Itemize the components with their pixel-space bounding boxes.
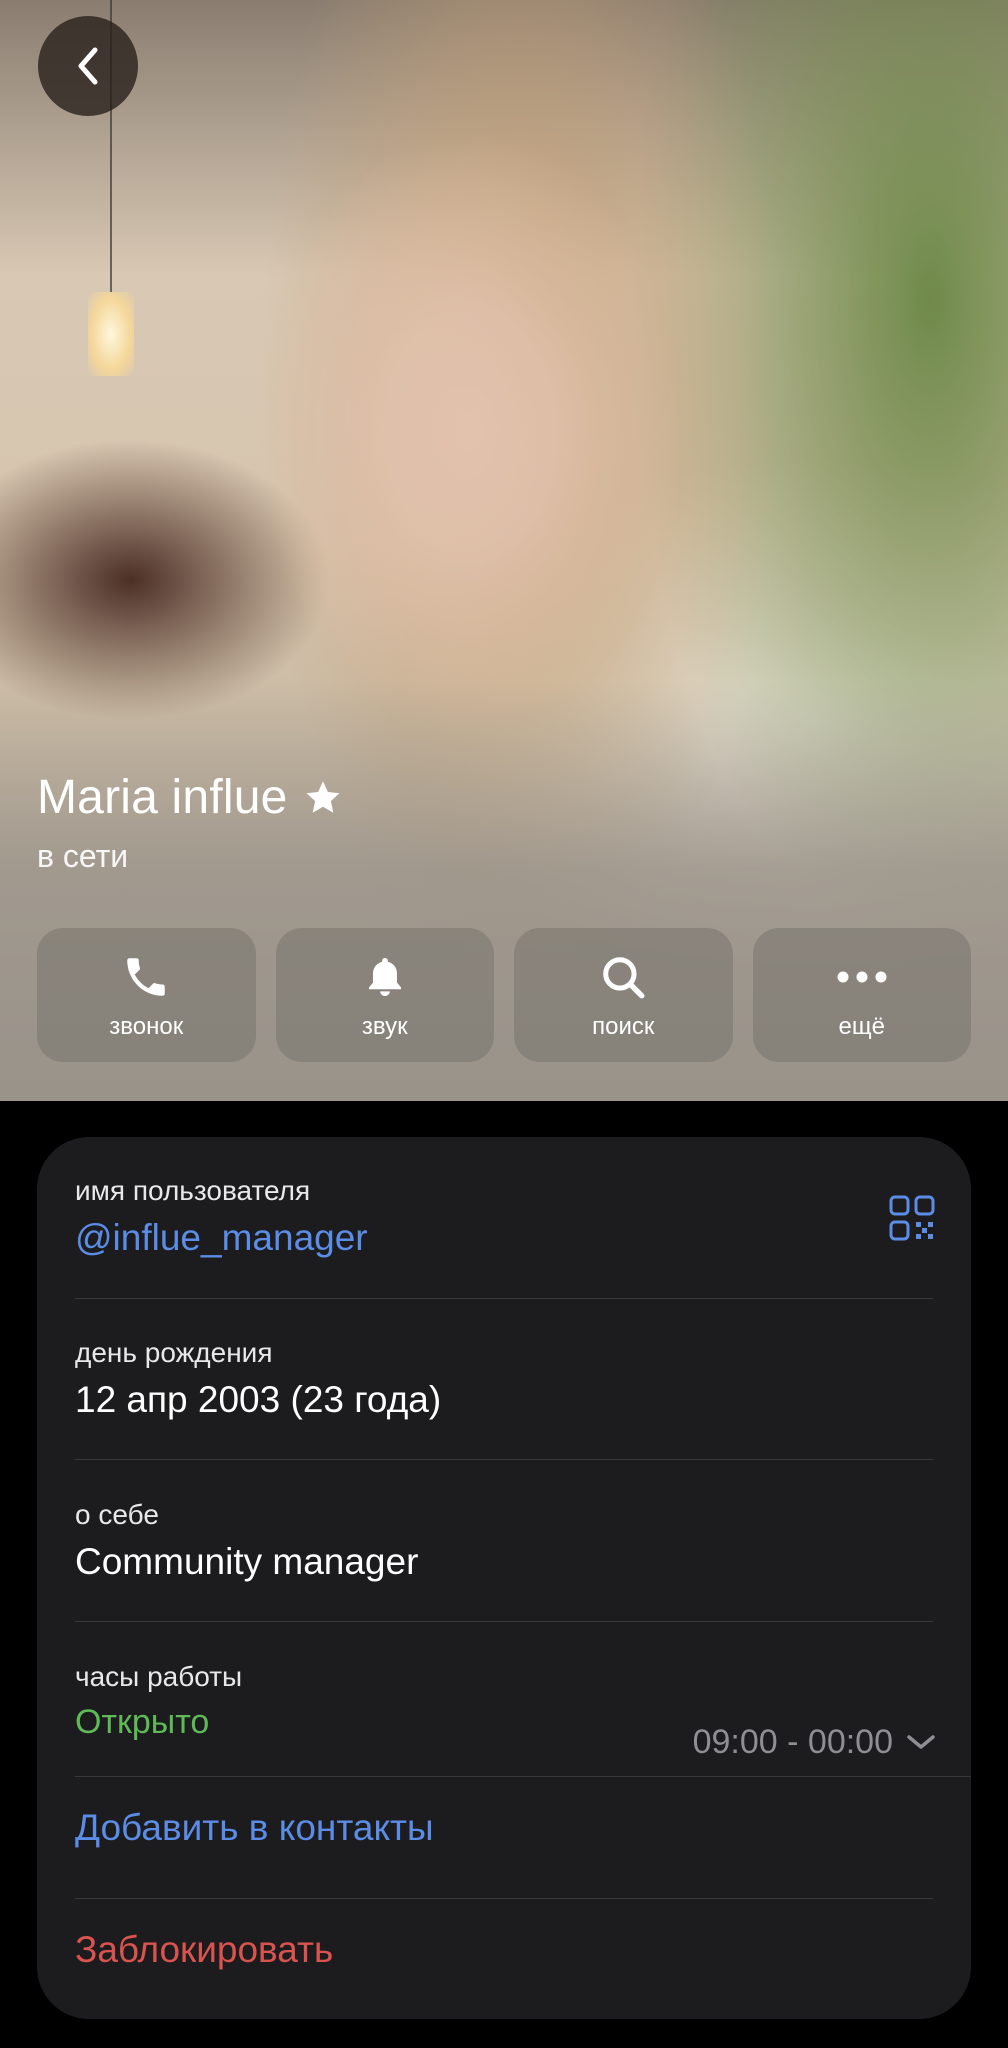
action-bar: звонок звук поиск ещё [37, 928, 971, 1062]
block-button[interactable]: Заблокировать [75, 1929, 971, 1971]
about-value: Community manager [75, 1541, 419, 1582]
profile-photo: Maria influe в сети звонок звук поиск ещ… [0, 0, 1008, 1101]
add-to-contacts-button[interactable]: Добавить в контакты [75, 1807, 971, 1849]
search-button[interactable]: поиск [514, 928, 733, 1062]
phone-icon [121, 949, 171, 1005]
search-icon [598, 949, 648, 1005]
chevron-left-icon [78, 47, 98, 85]
call-button[interactable]: звонок [37, 928, 256, 1062]
sound-button[interactable]: звук [275, 928, 494, 1062]
work-hours-label: часы работы [75, 1661, 243, 1692]
qr-code-icon[interactable] [889, 1195, 935, 1241]
about-label: о себе [75, 1499, 159, 1530]
divider [75, 1776, 971, 1777]
divider [75, 1298, 933, 1299]
sound-label: звук [361, 1013, 408, 1040]
search-label: поиск [592, 1013, 655, 1040]
pendant-lamp [88, 292, 134, 376]
username-value[interactable]: @influe_manager [75, 1217, 971, 1259]
more-button[interactable]: ещё [752, 928, 971, 1062]
online-status: в сети [37, 838, 129, 874]
birthday-value: 12 апр 2003 (23 года) [75, 1379, 442, 1420]
birthday-label: день рождения [75, 1337, 273, 1368]
star-icon [306, 780, 339, 813]
more-icon [836, 949, 888, 1005]
info-card: имя пользователя @influe_manager день ро… [37, 1137, 971, 2019]
back-button[interactable] [38, 16, 138, 116]
work-hours-range[interactable]: 09:00 - 00:00 [693, 1719, 937, 1765]
username-row[interactable]: имя пользователя @influe_manager [75, 1175, 971, 1259]
username-label: имя пользователя [75, 1175, 311, 1206]
bell-icon [361, 949, 409, 1005]
divider [75, 1621, 933, 1622]
divider [75, 1459, 933, 1460]
more-label: ещё [838, 1013, 885, 1040]
birthday-row: день рождения 12 апр 2003 (23 года) [75, 1337, 971, 1421]
divider [75, 1898, 933, 1899]
chevron-down-icon [907, 1735, 935, 1749]
about-row: о себе Community manager [75, 1499, 971, 1583]
work-hours-row[interactable]: часы работы Открыто 09:00 - 00:00 [75, 1661, 971, 1761]
call-label: звонок [109, 1013, 184, 1040]
work-hours-time: 09:00 - 00:00 [692, 1722, 893, 1761]
profile-name: Maria influe [37, 770, 344, 825]
profile-name-text: Maria influe [37, 771, 288, 824]
